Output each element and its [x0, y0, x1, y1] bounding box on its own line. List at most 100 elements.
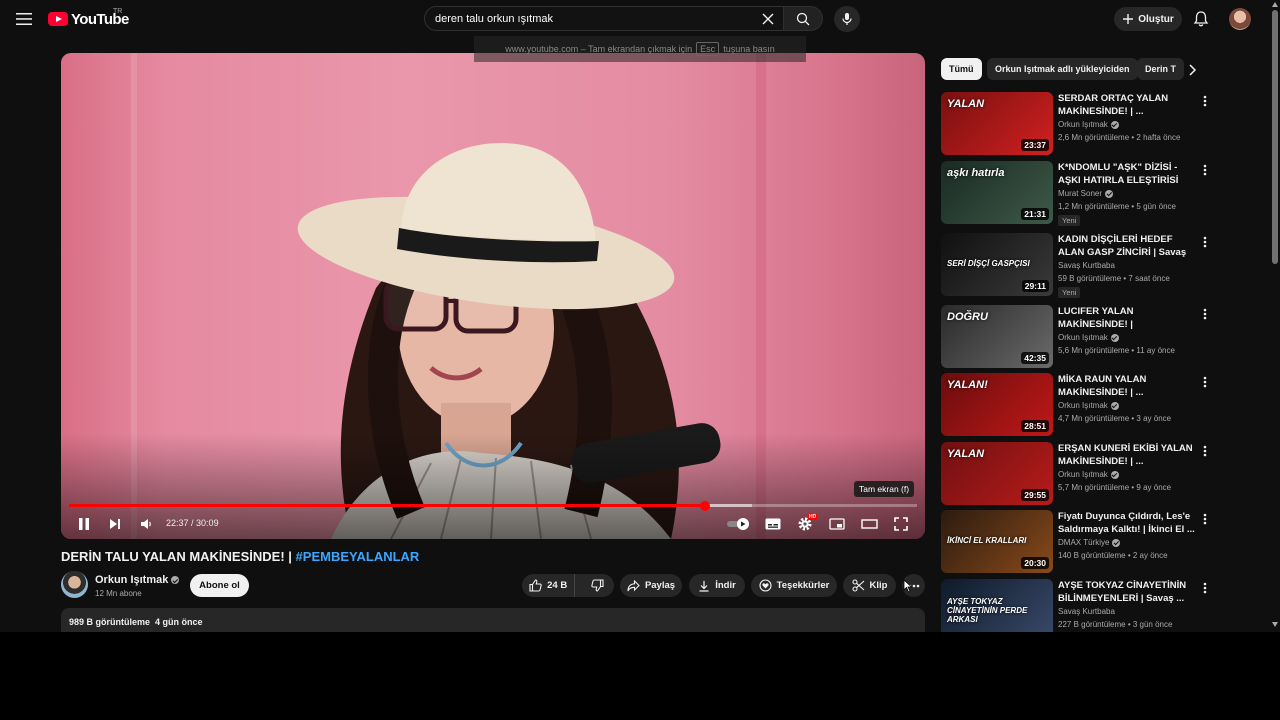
close-icon[interactable] [759, 10, 777, 28]
dislike-button[interactable] [580, 574, 614, 597]
subscribe-button[interactable]: Abone ol [190, 574, 249, 597]
view-count: 989 B görüntüleme [69, 617, 151, 627]
recommendation-channel-name[interactable]: Orkun Işıtmak [1058, 470, 1108, 479]
autoplay-toggle[interactable] [725, 513, 753, 535]
recommendation-channel-name[interactable]: Orkun Işıtmak [1058, 333, 1108, 342]
chip-all[interactable]: Tümü [941, 58, 982, 80]
search-query[interactable]: deren talu orkun ışıtmak [435, 13, 553, 25]
fullscreen-button[interactable] [890, 513, 912, 535]
progress-bar[interactable] [69, 500, 917, 511]
more-vertical-icon[interactable] [1199, 444, 1211, 458]
like-dislike-group: 24 B [522, 574, 614, 597]
more-vertical-icon[interactable] [1199, 307, 1211, 321]
recommendation-item[interactable]: İKİNCİ EL KRALLARI 20:30 Fiyatı Duyunca Çı… [941, 510, 1241, 574]
channel-name[interactable]: Orkun Işıtmak [95, 574, 180, 586]
video-thumbnail[interactable]: AYŞE TOKYAZ CİNAYETİNİN PERDE ARKASI [941, 579, 1053, 632]
video-thumbnail[interactable]: SERİ DİŞÇİ GASPÇISI 29:11 [941, 233, 1053, 296]
recommendation-title[interactable]: MİKA RAUN YALAN MAKİNESİNDE! | ... [1058, 373, 1195, 399]
recommendation-item[interactable]: aşkı hatırla 21:31 K*NDOMLU "AŞK" DİZİSİ -… [941, 161, 1241, 226]
theater-mode-button[interactable] [858, 513, 880, 535]
scroll-up-arrow-icon[interactable] [1272, 2, 1278, 7]
recommendation-channel[interactable]: Orkun Işıtmak [1058, 470, 1119, 479]
description-box[interactable]: 989 B görüntüleme 4 gün önce [61, 608, 925, 632]
recommendation-item[interactable]: SERİ DİŞÇİ GASPÇISI 29:11 KADIN DİŞÇİLERİ … [941, 233, 1241, 298]
recommendation-channel[interactable]: Savaş Kurtbaba [1058, 607, 1115, 616]
chevron-right-icon[interactable] [1184, 62, 1200, 78]
mute-button[interactable] [135, 513, 157, 535]
recommendation-channel-name[interactable]: DMAX Türkiye [1058, 538, 1109, 547]
video-duration: 21:31 [1021, 208, 1049, 220]
video-duration: 20:30 [1021, 557, 1049, 569]
recommendation-title[interactable]: K*NDOMLU "AŞK" DİZİSİ - AŞKI HATIRLA ELE… [1058, 161, 1195, 187]
upload-date: 4 gün önce [155, 617, 203, 627]
verified-icon [1110, 333, 1119, 342]
recommendation-title[interactable]: ERŞAN KUNERİ EKİBİ YALAN MAKİNESİNDE! | … [1058, 442, 1195, 468]
more-vertical-icon[interactable] [1199, 512, 1211, 526]
next-button[interactable] [104, 513, 126, 535]
recommendation-channel[interactable]: Orkun Işıtmak [1058, 120, 1119, 129]
recommendation-title[interactable]: SERDAR ORTAÇ YALAN MAKİNESİNDE! | ... [1058, 92, 1195, 118]
search-button[interactable] [783, 6, 823, 31]
recommendation-channel-name[interactable]: Murat Soner [1058, 189, 1102, 198]
recommendation-item[interactable]: YALAN 29:55 ERŞAN KUNERİ EKİBİ YALAN MAKİN… [941, 442, 1241, 506]
more-vertical-icon[interactable] [1199, 581, 1211, 595]
recommendation-title[interactable]: LUCIFER YALAN MAKİNESİNDE! | #PembeYalan… [1058, 305, 1195, 331]
like-button[interactable]: 24 B [522, 574, 576, 597]
thanks-button[interactable]: Teşekkürler [751, 574, 837, 597]
more-vertical-icon[interactable] [1199, 163, 1211, 177]
recommendation-item[interactable]: AYŞE TOKYAZ CİNAYETİNİN PERDE ARKASI AYŞE… [941, 579, 1241, 632]
video-thumbnail[interactable]: YALAN 23:37 [941, 92, 1053, 155]
video-thumbnail[interactable]: DOĞRU 42:35 [941, 305, 1053, 368]
pause-button[interactable] [73, 513, 95, 535]
recommendation-channel-name[interactable]: Savaş Kurtbaba [1058, 261, 1115, 270]
chip-from-uploader[interactable]: Orkun Işıtmak adlı yükleyiciden [987, 58, 1138, 80]
recommendation-item[interactable]: DOĞRU 42:35 LUCIFER YALAN MAKİNESİNDE! | #… [941, 305, 1241, 369]
video-thumbnail[interactable]: YALAN 29:55 [941, 442, 1053, 505]
esc-key: Esc [696, 42, 720, 56]
menu-icon[interactable] [12, 7, 36, 31]
recommendation-title[interactable]: Fiyatı Duyunca Çıldırdı, Les'e Saldırmay… [1058, 510, 1195, 536]
channel-name-text[interactable]: Orkun Işıtmak [95, 574, 168, 586]
recommendation-title[interactable]: AYŞE TOKYAZ CİNAYETİNİN BİLİNMEYENLERİ |… [1058, 579, 1195, 605]
recommendation-channel[interactable]: Orkun Işıtmak [1058, 333, 1119, 342]
share-button[interactable]: Paylaş [620, 574, 682, 597]
video-player[interactable]: Tam ekran (f) 22:37 / 30:09 HD [61, 53, 925, 539]
more-vertical-icon[interactable] [1199, 235, 1211, 249]
recommendation-title[interactable]: KADIN DİŞÇİLERİ HEDEF ALAN GASP ZİNCİRİ … [1058, 233, 1195, 259]
recommendation-channel[interactable]: Savaş Kurtbaba [1058, 261, 1115, 270]
recommendation-channel[interactable]: Murat Soner [1058, 189, 1114, 198]
scrollbar[interactable] [1270, 0, 1280, 632]
channel-avatar[interactable] [61, 571, 88, 598]
miniplayer-button[interactable] [826, 513, 848, 535]
video-thumbnail[interactable]: aşkı hatırla 21:31 [941, 161, 1053, 224]
voice-search-button[interactable] [834, 6, 860, 32]
notifications-bell-icon[interactable] [1191, 9, 1211, 29]
download-button[interactable]: İndir [689, 574, 745, 597]
video-thumbnail[interactable]: YALAN! 28:51 [941, 373, 1053, 436]
scroll-down-arrow-icon[interactable] [1272, 622, 1278, 627]
recommendation-item[interactable]: YALAN 23:37 SERDAR ORTAÇ YALAN MAKİNESİNDE… [941, 92, 1241, 156]
fullscreen-notice-suffix: tuşuna basın [723, 44, 775, 54]
chip-related[interactable]: Derin T [1137, 58, 1185, 80]
clip-button[interactable]: Klip [843, 574, 896, 597]
more-vertical-icon[interactable] [1199, 375, 1211, 389]
scrubber-handle[interactable] [700, 500, 710, 511]
recommendation-channel-name[interactable]: Orkun Işıtmak [1058, 120, 1108, 129]
recommendation-meta: 227 B görüntüleme • 3 gün önce [1058, 620, 1173, 629]
verified-icon [1112, 538, 1121, 547]
more-vertical-icon[interactable] [1199, 94, 1211, 108]
like-count: 24 B [547, 580, 568, 591]
scrollbar-thumb[interactable] [1272, 10, 1278, 264]
account-avatar[interactable] [1229, 8, 1251, 30]
recommendation-channel[interactable]: DMAX Türkiye [1058, 538, 1121, 547]
video-hashtag[interactable]: #PEMBEYALANLAR [296, 549, 420, 564]
settings-button[interactable]: HD [794, 513, 818, 535]
recommendation-channel-name[interactable]: Savaş Kurtbaba [1058, 607, 1115, 616]
video-thumbnail[interactable]: İKİNCİ EL KRALLARI 20:30 [941, 510, 1053, 573]
recommendation-channel[interactable]: Orkun Işıtmak [1058, 401, 1119, 410]
subtitles-button[interactable] [762, 513, 784, 535]
create-button[interactable]: Oluştur [1114, 7, 1182, 31]
search-input[interactable]: deren talu orkun ışıtmak [424, 6, 784, 31]
recommendation-channel-name[interactable]: Orkun Işıtmak [1058, 401, 1108, 410]
recommendation-item[interactable]: YALAN! 28:51 MİKA RAUN YALAN MAKİNESİNDE! … [941, 373, 1241, 437]
